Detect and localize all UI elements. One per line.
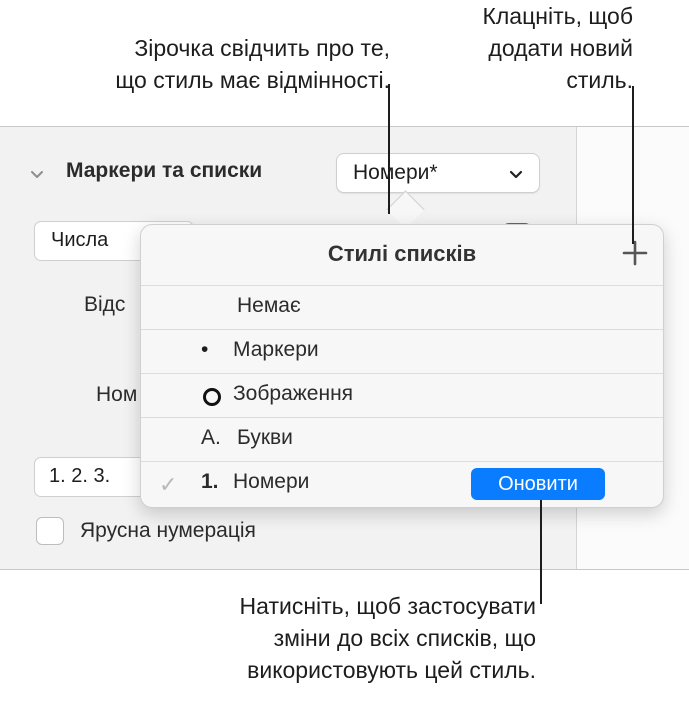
chevron-down-icon[interactable] — [30, 167, 44, 181]
list-item-images[interactable]: Зображення — [141, 373, 663, 417]
list-item-label: Зображення — [233, 382, 354, 405]
bullet-icon: • — [201, 338, 209, 361]
list-item-none[interactable]: Немає — [141, 285, 663, 329]
checkmark-icon: ✓ — [159, 472, 178, 497]
list-item-label: Букви — [237, 426, 293, 449]
circle-image-icon — [203, 388, 221, 406]
list-item-label: Немає — [237, 294, 301, 317]
popover-title: Стилі списків — [327, 241, 477, 266]
number-label: Ном — [96, 383, 138, 406]
list-type-value: Числа — [51, 229, 109, 251]
callout-asterisk: Зірочка свідчить про те, що стиль має ві… — [115, 35, 390, 93]
list-style-popup[interactable]: Номери* — [336, 153, 540, 193]
list-item-numbers[interactable]: ✓ 1. Номери Оновити — [141, 461, 663, 505]
tiered-numbering-label: Ярусна нумерація — [80, 519, 256, 542]
number-format-value: 1. 2. 3. — [49, 465, 111, 487]
list-item-label: Номери — [233, 470, 310, 493]
callout-add-style: Клацніть, щоб додати новий стиль. — [482, 3, 633, 93]
chevron-down-icon — [509, 170, 523, 179]
list-item-prefix: A. — [201, 426, 221, 449]
add-style-icon[interactable] — [621, 239, 649, 267]
update-style-button[interactable]: Оновити — [471, 468, 605, 500]
list-item-letters[interactable]: A. Букви — [141, 417, 663, 461]
indent-label: Відс — [84, 293, 126, 316]
leader-line-update — [540, 500, 542, 604]
list-styles-popover: Стилі списків Немає • Маркери Зображення… — [140, 224, 664, 508]
leader-line-add — [632, 86, 634, 244]
list-item-bullets[interactable]: • Маркери — [141, 329, 663, 373]
list-item-label: Маркери — [233, 338, 319, 361]
list-item-prefix: 1. — [201, 470, 219, 493]
tiered-numbering-checkbox[interactable] — [36, 517, 64, 545]
callout-update: Натисніть, щоб застосувати зміни до всіх… — [239, 593, 536, 683]
list-style-popup-label: Номери* — [353, 161, 438, 184]
section-title: Маркери та списки — [66, 159, 263, 182]
leader-line-asterisk — [388, 84, 390, 214]
